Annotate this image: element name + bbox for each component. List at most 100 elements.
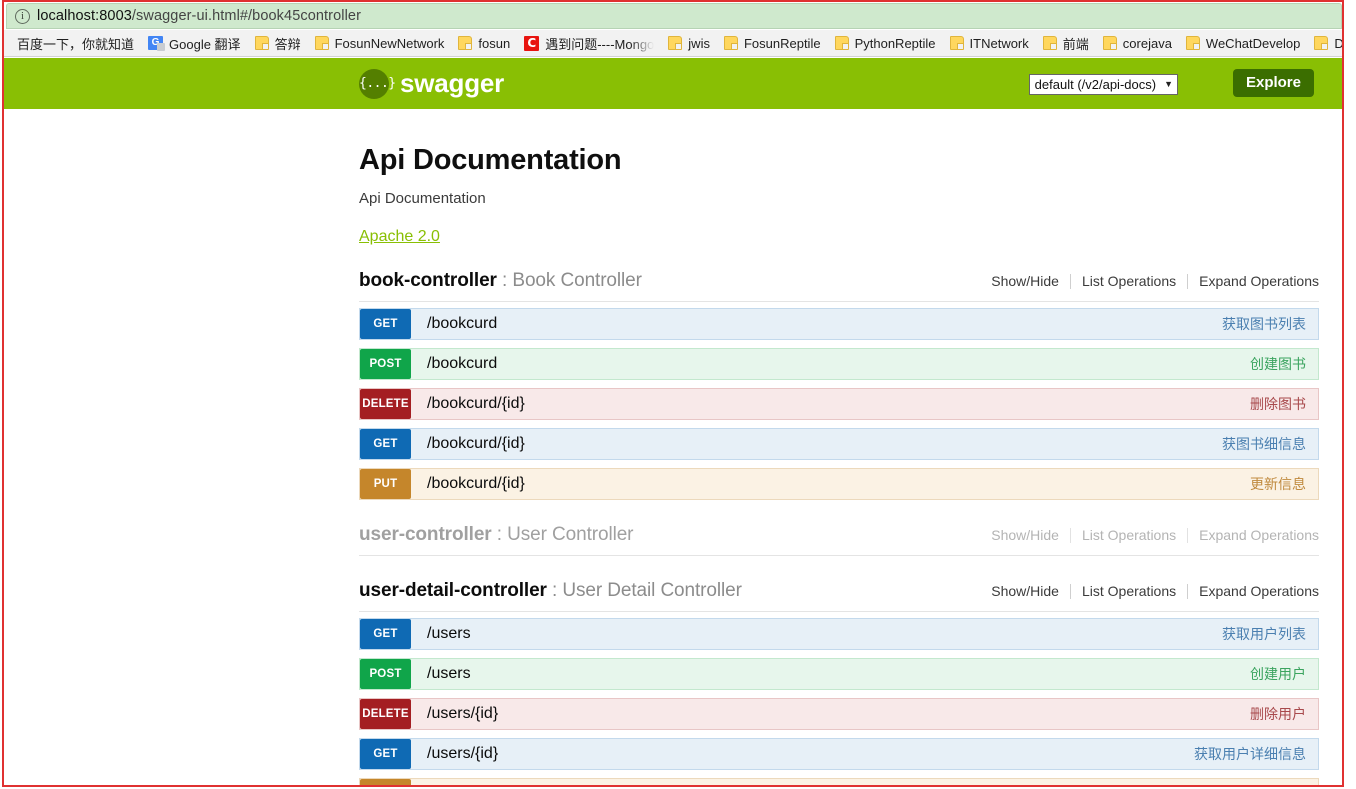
resource-separator: : [546,580,563,601]
operation-description: 获取用户列表 [1222,626,1306,642]
resource-title[interactable]: user-controller : User Controller [359,524,634,546]
resource-separator: : [491,524,508,545]
api-docs-select[interactable]: default (/v2/api-docs) ▼ [1028,74,1178,95]
resource-section: book-controller : Book Controller Show/Hi… [359,270,1319,500]
operation-row[interactable]: GET/bookcurd/{id} 获图书细信息 [359,428,1319,460]
resource-separator: : [496,270,513,291]
operation-row[interactable]: GET/users 获取用户列表 [359,618,1319,650]
bookmark-item[interactable]: corejava [1096,33,1179,54]
bookmark-item[interactable]: fosun [451,33,517,54]
list-operations-link[interactable]: List Operations [1071,273,1187,289]
bookmark-item[interactable]: 百度一下，你就知道 [10,33,141,54]
operation-list: GET/users 获取用户列表 POST/users 创建用户 DELETE/user… [359,618,1319,785]
operation-description: 更新信息 [1250,476,1306,492]
bookmark-item[interactable]: PythonReptile [828,33,943,54]
bookmark-item[interactable]: FosunNewNetwork [308,33,452,54]
folder-icon [1042,36,1057,50]
operation-row[interactable]: POST/bookcurd 创建图书 [359,348,1319,380]
bookmark-item[interactable]: De [1307,33,1344,54]
list-operations-link[interactable]: List Operations [1071,583,1187,599]
resource-title[interactable]: book-controller : Book Controller [359,270,642,292]
operation-path: /users [427,625,471,642]
operation-description: 删除图书 [1250,396,1306,412]
url-host: localhost:8003 [37,8,132,24]
operation-row[interactable]: DELETE/users/{id} 删除用户 [359,698,1319,730]
folder-icon [254,36,269,50]
bookmark-item[interactable]: FosunReptile [717,33,828,54]
operation-row[interactable]: GET/users/{id} 获取用户详细信息 [359,738,1319,770]
operation-description: 获图书细信息 [1222,436,1306,452]
operation-row[interactable]: GET/bookcurd 获取图书列表 [359,308,1319,340]
resource-section: user-detail-controller : User Detail Con… [359,580,1319,785]
resource-description: User Controller [507,524,634,545]
bookmark-item[interactable]: G Google 翻译 [141,33,248,54]
bookmark-item[interactable]: ITNetwork [943,33,1036,54]
bookmark-label: 百度一下，你就知道 [17,36,135,52]
resource-description: User Detail Controller [562,580,742,601]
http-method-badge: DELETE [360,699,411,729]
bookmark-label: corejava [1122,35,1172,51]
operation-description: 创建图书 [1250,356,1306,372]
expand-operations-link[interactable]: Expand Operations [1188,583,1319,599]
folder-icon [458,36,473,50]
http-method-badge: GET [360,619,411,649]
resource-header: book-controller : Book Controller Show/Hi… [359,270,1319,302]
http-method-badge: GET [360,429,411,459]
browser-url-bar[interactable]: i localhost:8003/swagger-ui.html#/book45… [6,3,1342,29]
bookmark-label: FosunNewNetwork [334,35,445,51]
explore-button[interactable]: Explore [1232,69,1314,97]
operation-row[interactable]: PUT/users/{id}更新用户详细信息 [359,778,1319,785]
bookmark-item[interactable]: C 遇到问题----Mongo [517,33,661,54]
operation-list: GET/bookcurd 获取图书列表 POST/bookcurd 创建图书 DELET… [359,308,1319,500]
http-method-badge: GET [360,739,411,769]
bookmark-label: 遇到问题----Mongo [545,36,655,52]
http-method-badge: PUT [360,779,411,785]
swagger-logo[interactable]: {...} swagger [359,68,504,99]
operation-row[interactable]: DELETE/bookcurd/{id} 删除图书 [359,388,1319,420]
bookmark-label: FosunReptile [743,35,821,51]
url-text: localhost:8003/swagger-ui.html#/book45co… [37,8,361,24]
http-method-badge: PUT [360,469,411,499]
show-hide-link[interactable]: Show/Hide [980,273,1070,289]
bookmark-item[interactable]: WeChatDevelop [1179,33,1307,54]
http-method-badge: GET [360,309,411,339]
bookmark-item[interactable]: 前端 [1036,33,1096,54]
resource-section: user-controller : User Controller Show/Hi… [359,524,1319,556]
http-method-badge: DELETE [360,389,411,419]
resource-actions: Show/Hide List Operations Expand Operation… [980,273,1319,289]
expand-operations-link[interactable]: Expand Operations [1188,527,1319,543]
operation-path: /bookcurd/{id} [427,475,525,492]
operation-path: /users/{id} [427,705,499,722]
resource-actions: Show/Hide List Operations Expand Operation… [980,583,1319,599]
license-link[interactable]: Apache 2.0 [359,228,440,246]
bookmark-label: jwis [688,35,710,51]
resource-name: user-detail-controller [359,580,547,601]
operation-row[interactable]: POST/users 创建用户 [359,658,1319,690]
page-info-icon[interactable]: i [15,8,30,24]
resource-title[interactable]: user-detail-controller : User Detail Con… [359,580,742,602]
operation-path: /bookcurd/{id} [427,435,525,452]
bookmark-label: PythonReptile [854,35,936,51]
resource-actions: Show/Hide List Operations Expand Operation… [980,527,1319,543]
show-hide-link[interactable]: Show/Hide [980,583,1070,599]
url-path: /swagger-ui.html#/book45controller [131,8,361,24]
bookmarks-bar: 百度一下，你就知道 G Google 翻译 答辩 FosunNewNetwork fosu… [4,30,1344,57]
bookmark-item[interactable]: 答辩 [248,33,308,54]
operation-description: 创建用户 [1250,666,1306,682]
operation-path: /users/{id} [411,779,1194,785]
page-body: Api Documentation Api Documentation Apac… [4,109,1344,785]
show-hide-link[interactable]: Show/Hide [980,527,1070,543]
folder-icon [949,36,964,50]
bookmark-label: 答辩 [274,36,301,52]
operation-path: /bookcurd [427,315,498,332]
folder-icon [1102,36,1117,50]
expand-operations-link[interactable]: Expand Operations [1188,273,1319,289]
operation-path: /users [427,665,471,682]
list-operations-link[interactable]: List Operations [1071,527,1187,543]
operation-row[interactable]: PUT/bookcurd/{id} 更新信息 [359,468,1319,500]
page-subtitle: Api Documentation [359,190,486,207]
folder-icon [668,36,683,50]
bookmark-item[interactable]: jwis [661,33,717,54]
swagger-content: Api Documentation Api Documentation Apac… [359,109,1319,785]
resource-header: user-controller : User Controller Show/Hi… [359,524,1319,556]
